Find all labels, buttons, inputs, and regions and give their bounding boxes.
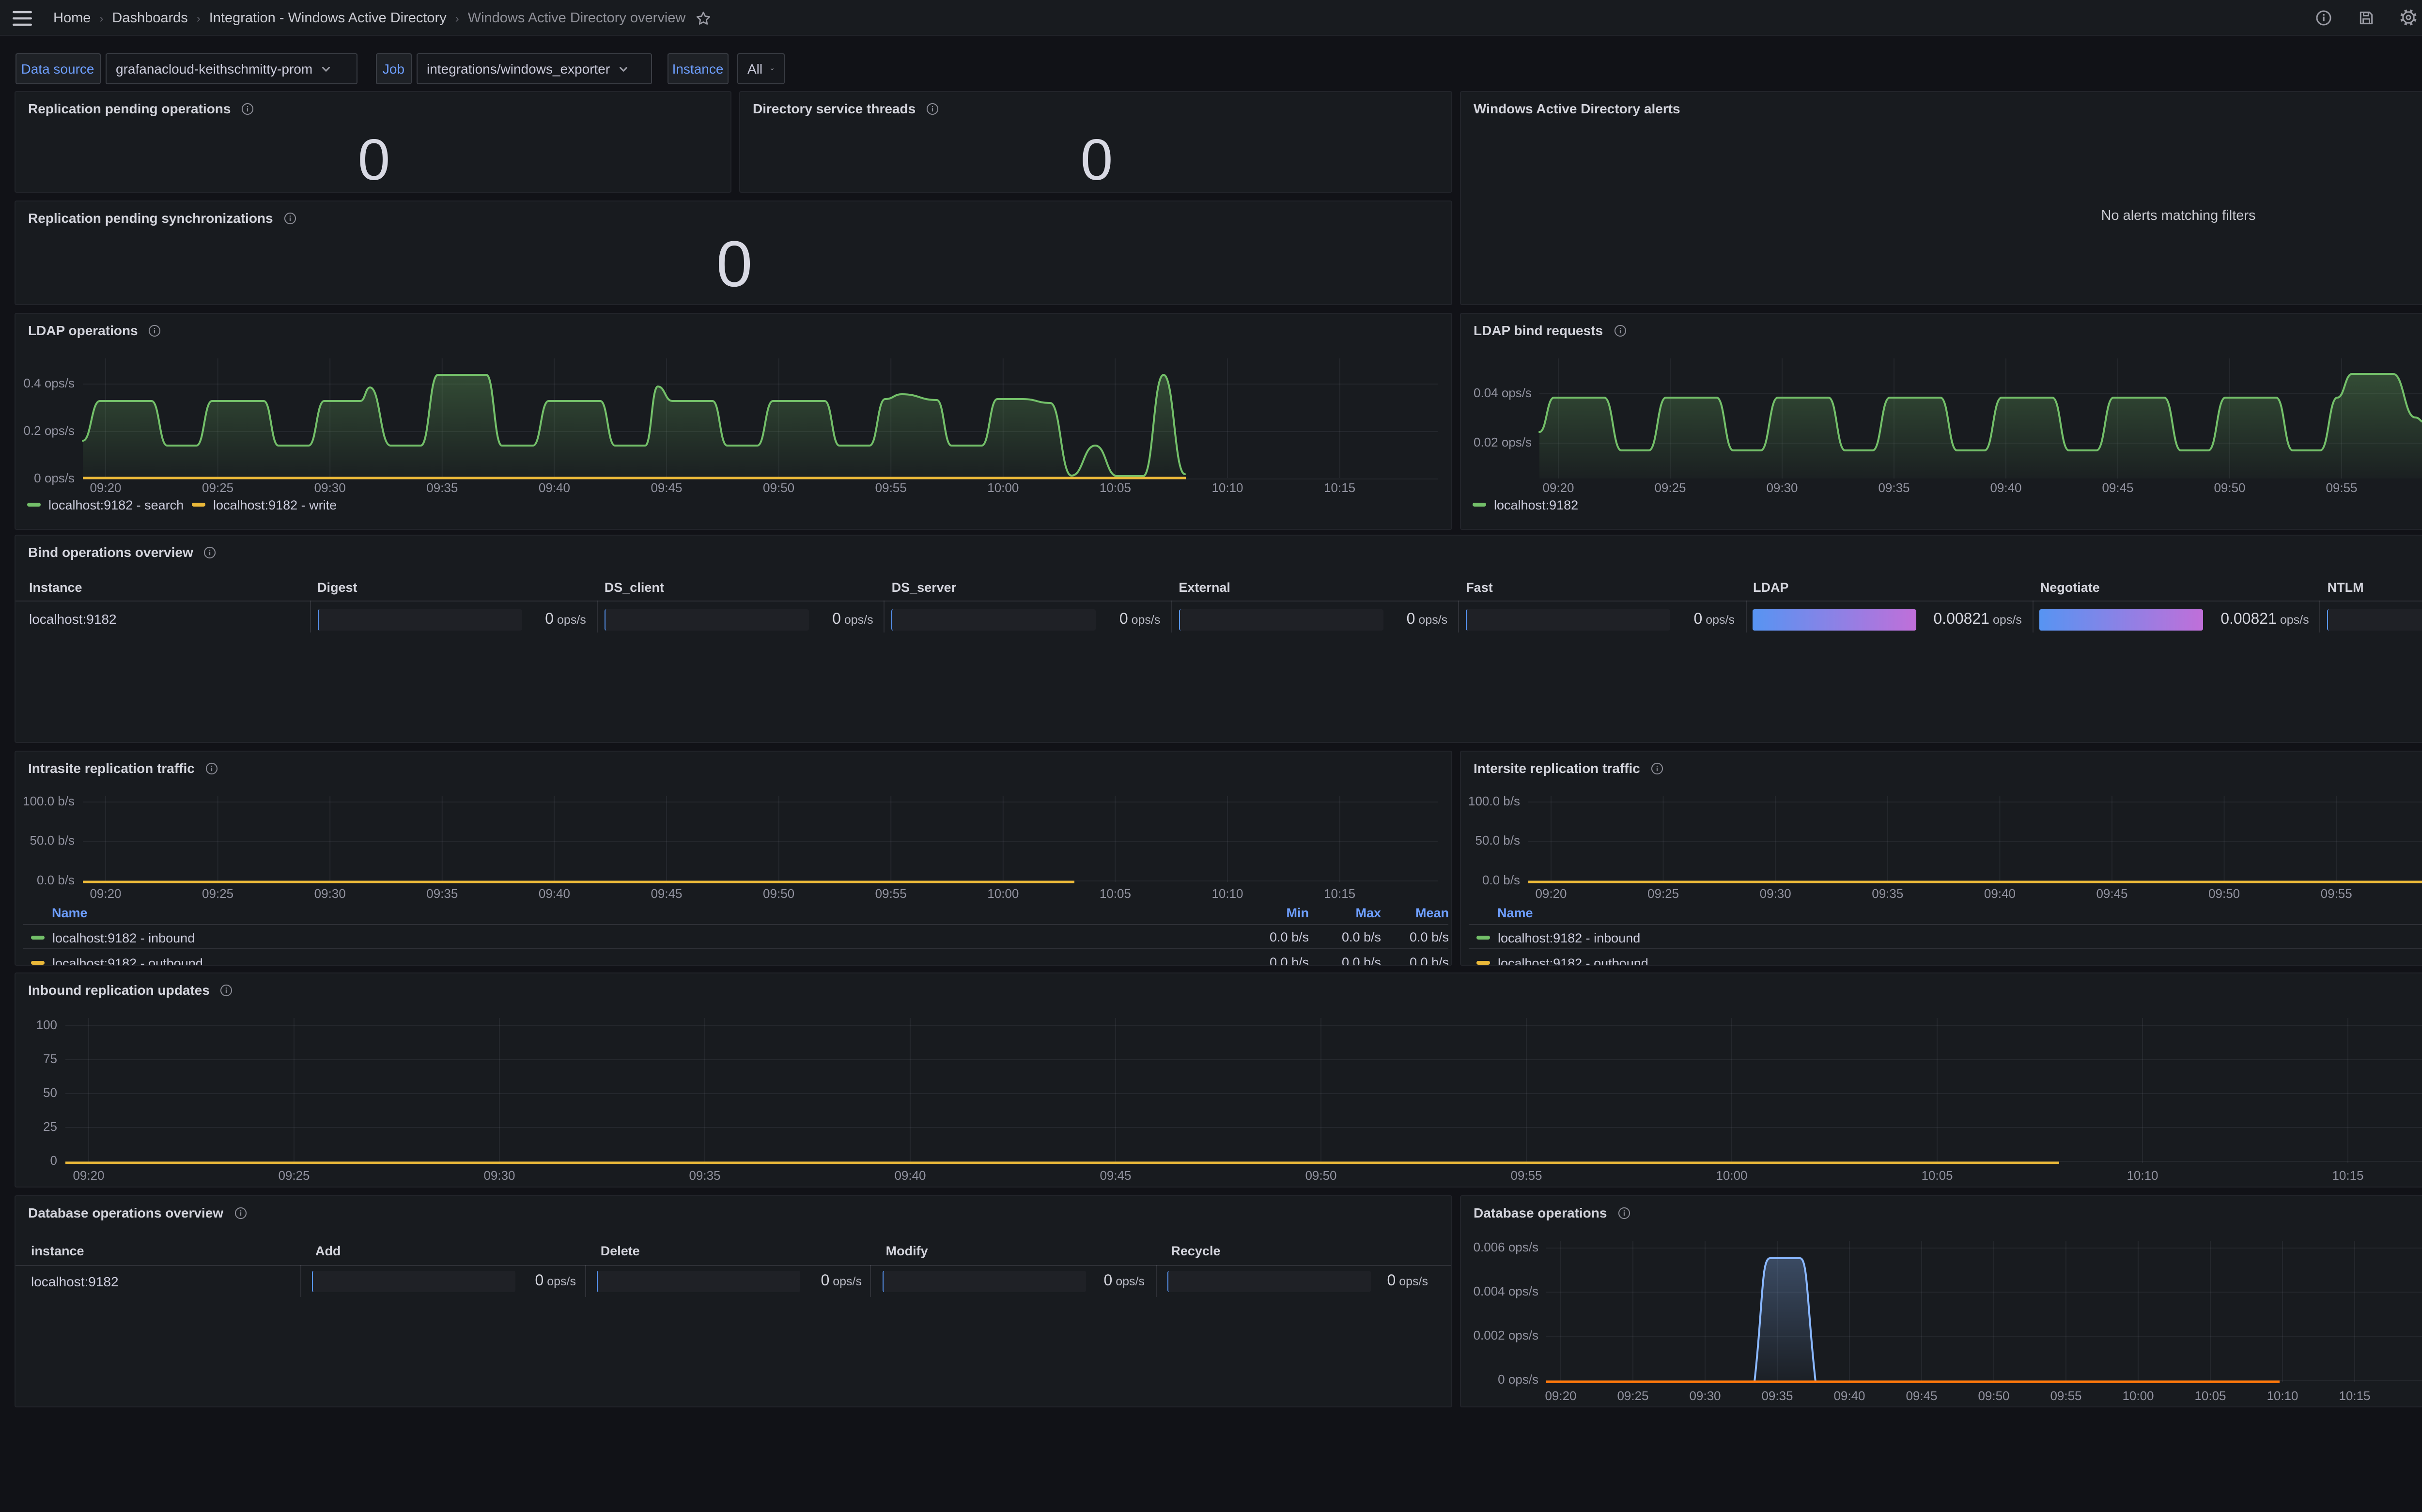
svg-text:09:25: 09:25 — [202, 480, 233, 495]
svg-text:09:50: 09:50 — [763, 886, 794, 901]
svg-text:09:50: 09:50 — [2214, 480, 2245, 495]
svg-text:09:30: 09:30 — [1760, 886, 1791, 901]
svg-text:10:00: 10:00 — [2122, 1389, 2154, 1403]
svg-text:09:40: 09:40 — [1833, 1389, 1865, 1403]
svg-text:09:55: 09:55 — [875, 480, 907, 495]
svg-text:10:00: 10:00 — [987, 480, 1019, 495]
svg-text:0.4 ops/s: 0.4 ops/s — [23, 376, 75, 390]
svg-text:09:50: 09:50 — [2208, 886, 2240, 901]
svg-text:09:45: 09:45 — [2096, 886, 2127, 901]
svg-text:09:35: 09:35 — [426, 480, 458, 495]
svg-text:10:05: 10:05 — [1100, 480, 1131, 495]
svg-text:50: 50 — [43, 1085, 57, 1100]
svg-text:09:45: 09:45 — [1906, 1389, 1937, 1403]
svg-text:09:40: 09:40 — [1984, 886, 2016, 901]
svg-text:09:50: 09:50 — [1305, 1168, 1336, 1183]
svg-text:0 ops/s: 0 ops/s — [34, 471, 75, 485]
svg-text:09:50: 09:50 — [1978, 1389, 2009, 1403]
svg-text:09:55: 09:55 — [875, 886, 907, 901]
svg-text:09:30: 09:30 — [483, 1168, 515, 1183]
svg-text:09:25: 09:25 — [278, 1168, 310, 1183]
svg-text:09:25: 09:25 — [1617, 1389, 1648, 1403]
svg-text:09:35: 09:35 — [1761, 1389, 1793, 1403]
svg-text:09:20: 09:20 — [90, 886, 121, 901]
svg-text:09:50: 09:50 — [763, 480, 794, 495]
svg-text:10:10: 10:10 — [2127, 1168, 2158, 1183]
svg-text:09:45: 09:45 — [651, 886, 682, 901]
svg-text:09:55: 09:55 — [2326, 480, 2357, 495]
svg-text:09:20: 09:20 — [73, 1168, 104, 1183]
svg-text:09:25: 09:25 — [202, 886, 233, 901]
svg-text:100.0 b/s: 100.0 b/s — [1468, 794, 1520, 808]
svg-text:0.2 ops/s: 0.2 ops/s — [23, 423, 75, 438]
svg-text:10:00: 10:00 — [1716, 1168, 1747, 1183]
svg-text:0.0 b/s: 0.0 b/s — [37, 873, 75, 887]
svg-text:09:30: 09:30 — [314, 480, 346, 495]
svg-text:09:30: 09:30 — [1766, 480, 1798, 495]
svg-text:09:25: 09:25 — [1654, 480, 1686, 495]
svg-text:09:45: 09:45 — [1100, 1168, 1131, 1183]
svg-text:10:10: 10:10 — [1211, 480, 1243, 495]
svg-text:09:45: 09:45 — [2102, 480, 2133, 495]
svg-text:10:10: 10:10 — [1211, 886, 1243, 901]
svg-text:09:30: 09:30 — [314, 886, 346, 901]
svg-text:09:45: 09:45 — [651, 480, 682, 495]
svg-text:09:20: 09:20 — [90, 480, 121, 495]
svg-text:0.04 ops/s: 0.04 ops/s — [1474, 386, 1532, 400]
svg-text:50.0 b/s: 50.0 b/s — [30, 833, 75, 848]
svg-text:09:35: 09:35 — [426, 886, 458, 901]
svg-text:0 ops/s: 0 ops/s — [1498, 1372, 1538, 1387]
svg-text:09:20: 09:20 — [1535, 886, 1567, 901]
svg-text:10:15: 10:15 — [1324, 480, 1355, 495]
svg-text:09:55: 09:55 — [2050, 1389, 2081, 1403]
svg-text:10:15: 10:15 — [2339, 1389, 2370, 1403]
svg-text:09:55: 09:55 — [2321, 886, 2352, 901]
svg-text:50.0 b/s: 50.0 b/s — [1475, 833, 1520, 848]
svg-text:10:00: 10:00 — [987, 886, 1019, 901]
svg-text:09:55: 09:55 — [1510, 1168, 1542, 1183]
svg-text:25: 25 — [43, 1119, 57, 1134]
svg-text:0.02 ops/s: 0.02 ops/s — [1474, 435, 1532, 449]
svg-text:09:35: 09:35 — [689, 1168, 720, 1183]
svg-text:10:15: 10:15 — [1324, 886, 1355, 901]
svg-text:100.0 b/s: 100.0 b/s — [23, 794, 75, 808]
svg-text:10:15: 10:15 — [2332, 1168, 2363, 1183]
svg-text:09:35: 09:35 — [1872, 886, 1903, 901]
svg-text:09:20: 09:20 — [1542, 480, 1574, 495]
svg-text:10:05: 10:05 — [2194, 1389, 2226, 1403]
svg-text:09:40: 09:40 — [1990, 480, 2021, 495]
svg-text:10:05: 10:05 — [1100, 886, 1131, 901]
svg-text:09:20: 09:20 — [1545, 1389, 1576, 1403]
svg-text:09:30: 09:30 — [1689, 1389, 1721, 1403]
svg-text:0: 0 — [50, 1153, 57, 1168]
svg-text:09:40: 09:40 — [539, 886, 570, 901]
svg-text:09:35: 09:35 — [1878, 480, 1910, 495]
svg-text:0.0 b/s: 0.0 b/s — [1482, 873, 1520, 887]
svg-text:09:40: 09:40 — [539, 480, 570, 495]
svg-text:10:10: 10:10 — [2267, 1389, 2298, 1403]
svg-text:09:25: 09:25 — [1647, 886, 1679, 901]
svg-text:10:05: 10:05 — [1921, 1168, 1953, 1183]
svg-text:09:40: 09:40 — [894, 1168, 926, 1183]
